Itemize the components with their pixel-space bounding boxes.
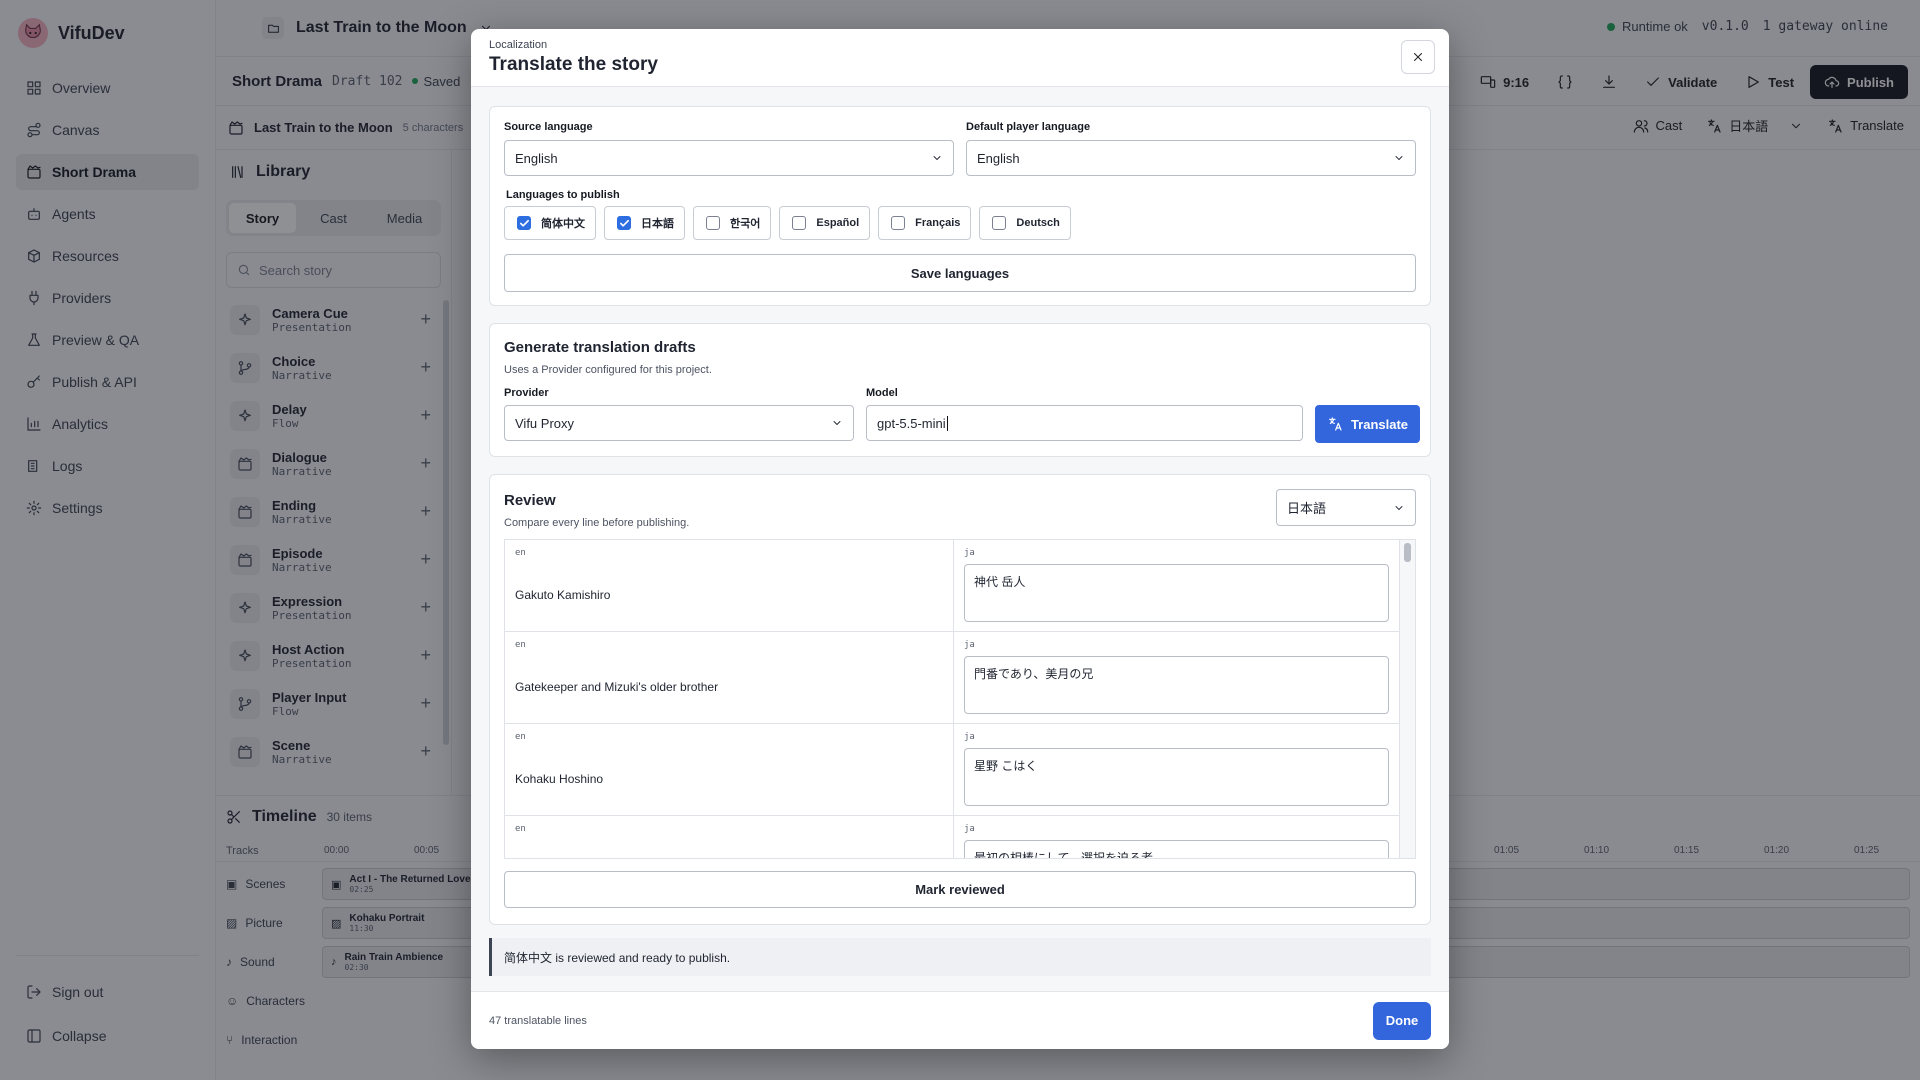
target-lang-code: ja [964, 824, 975, 834]
dialog-title: Translate the story [489, 54, 658, 75]
model-input[interactable]: gpt-5.5-mini [866, 405, 1303, 441]
table-row: en Gatekeeper and Mizuki's older brother j… [505, 632, 1399, 724]
language-chip-label: Español [816, 217, 860, 229]
mark-reviewed-button[interactable]: Mark reviewed [504, 871, 1416, 908]
review-title: Review [504, 492, 556, 509]
target-cell: ja 門番であり、美月の兄 [954, 632, 1399, 723]
target-lang-code: ja [964, 640, 975, 650]
scroll-thumb[interactable] [1404, 543, 1411, 562]
language-chip-label: Deutsch [1016, 217, 1060, 229]
language-checkbox[interactable]: Français [878, 206, 972, 240]
dialog-kicker: Localization [489, 39, 548, 51]
checkbox-empty-icon[interactable] [792, 216, 807, 230]
language-checkbox[interactable]: 日本語 [604, 206, 685, 240]
source-language-value: English [515, 150, 558, 166]
chevron-down-icon [833, 421, 841, 425]
model-value: gpt-5.5-mini [877, 415, 946, 431]
target-cell: ja 星野 こはく [954, 724, 1399, 815]
generate-title: Generate translation drafts [504, 339, 696, 356]
source-language-label: Source language [504, 121, 593, 133]
source-language-select[interactable]: English [504, 140, 954, 176]
default-language-select[interactable]: English [966, 140, 1416, 176]
language-checkbox[interactable]: 한국어 [693, 206, 772, 240]
chevron-down-icon [1395, 156, 1403, 160]
close-icon [1413, 52, 1423, 62]
table-row: en Kohaku Hoshino ja 星野 こはく [505, 724, 1399, 816]
source-cell: en Gatekeeper and Mizuki's older brother [505, 632, 954, 723]
languages-icon [1329, 417, 1342, 431]
translate-dialog: Localization Translate the story Source … [471, 29, 1449, 1049]
checkbox-empty-icon[interactable] [706, 216, 720, 230]
language-chips: 简体中文 日本語 한국어 Español Français Deutsch [504, 206, 1071, 240]
close-button[interactable] [1401, 40, 1435, 74]
review-subtitle: Compare every line before publishing. [504, 517, 690, 529]
source-text: Gakuto Kamishiro [515, 588, 611, 602]
source-cell: en Gakuto Kamishiro [505, 540, 954, 631]
review-card: Review Compare every line before publish… [489, 474, 1431, 925]
translation-textarea[interactable]: 神代 岳人 [964, 564, 1389, 622]
review-scrollbar[interactable] [1399, 540, 1415, 858]
generate-subtitle: Uses a Provider configured for this proj… [504, 364, 712, 376]
model-label: Model [866, 387, 898, 399]
provider-value: Vifu Proxy [515, 415, 575, 431]
save-languages-button[interactable]: Save languages [504, 254, 1416, 292]
status-notice: 简体中文 is reviewed and ready to publish. [489, 938, 1431, 976]
language-checkbox[interactable]: 简体中文 [504, 206, 596, 240]
dialog-header: Localization Translate the story [471, 29, 1449, 87]
language-chip-label: Français [915, 217, 961, 229]
provider-select[interactable]: Vifu Proxy [504, 405, 854, 441]
source-cell: en Kohaku Hoshino [505, 724, 954, 815]
checkbox-checked-icon[interactable] [517, 216, 531, 230]
source-lang-code: en [515, 548, 526, 558]
translate-button-label: Translate [1350, 416, 1409, 432]
table-row: en Gakuto Kamishiro ja 神代 岳人 [505, 540, 1399, 632]
source-lang-code: en [515, 732, 526, 742]
source-text: Gatekeeper and Mizuki's older brother [515, 680, 719, 694]
translate-button[interactable]: Translate [1315, 405, 1420, 443]
generate-card: Generate translation drafts Uses a Provi… [489, 323, 1431, 457]
language-checkbox[interactable]: Español [779, 206, 871, 240]
target-lang-code: ja [964, 732, 975, 742]
target-lang-code: ja [964, 548, 975, 558]
language-checkbox[interactable]: Deutsch [979, 206, 1071, 240]
source-lang-code: en [515, 640, 526, 650]
language-chip-label: 한국어 [730, 218, 761, 230]
target-cell: ja 神代 岳人 [954, 540, 1399, 631]
translation-textarea[interactable]: 最初の相棒にして、選択を迫る者 [964, 840, 1389, 858]
language-chip-label: 简体中文 [541, 218, 585, 230]
dialog-footer: 47 translatable lines Done [471, 991, 1449, 1049]
checkbox-checked-icon[interactable] [617, 216, 631, 230]
checkbox-empty-icon[interactable] [891, 216, 906, 230]
target-cell: ja 最初の相棒にして、選択を迫る者 [954, 816, 1399, 858]
translation-textarea[interactable]: 門番であり、美月の兄 [964, 656, 1389, 714]
review-table: en Gakuto Kamishiro ja 神代 岳人 en Gatekeeper an… [504, 539, 1416, 859]
text-caret [946, 415, 948, 431]
source-cell: en [505, 816, 954, 858]
chevron-down-icon [933, 156, 941, 160]
language-chip-label: 日本語 [641, 218, 674, 230]
provider-label: Provider [504, 387, 549, 399]
translatable-count: 47 translatable lines [489, 1014, 587, 1027]
languages-card: Source language English Default player l… [489, 106, 1431, 306]
review-language-value: 日本語 [1287, 501, 1327, 516]
default-language-label: Default player language [966, 121, 1091, 133]
source-text: Kohaku Hoshino [515, 772, 604, 786]
dialog-body: Source language English Default player l… [471, 87, 1449, 991]
source-lang-code: en [515, 824, 526, 834]
checkbox-empty-icon[interactable] [992, 216, 1007, 230]
table-row: en ja 最初の相棒にして、選択を迫る者 [505, 816, 1399, 858]
chevron-down-icon [1395, 505, 1403, 510]
publish-languages-label: Languages to publish [506, 189, 620, 201]
translation-textarea[interactable]: 星野 こはく [964, 748, 1389, 806]
default-language-value: English [977, 150, 1020, 166]
review-language-select[interactable]: 日本語 [1276, 489, 1416, 526]
done-button[interactable]: Done [1373, 1001, 1431, 1040]
